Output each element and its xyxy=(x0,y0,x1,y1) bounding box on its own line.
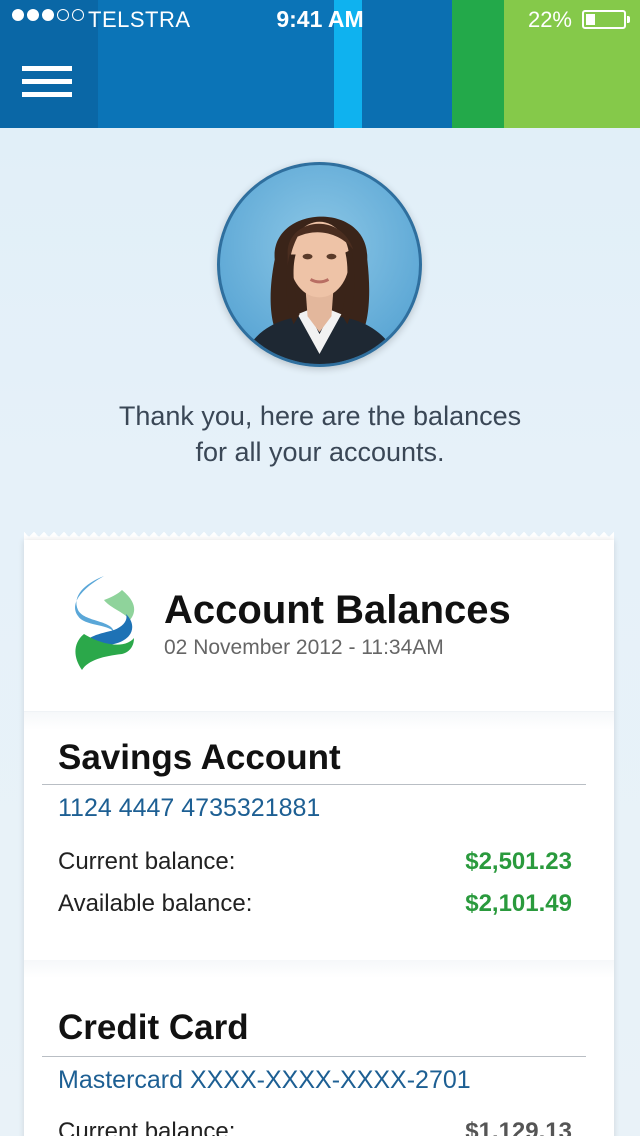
balance-label: Current balance: xyxy=(58,848,236,875)
balance-value: $1,129.13 xyxy=(465,1118,572,1136)
section-divider xyxy=(24,960,614,978)
account-divider xyxy=(42,1056,586,1057)
account-name: Savings Account xyxy=(58,738,341,777)
balance-label: Available balance: xyxy=(58,890,253,917)
account-section-savings[interactable]: Savings Account 1124 4447 4735321881 Cur… xyxy=(24,730,614,970)
hamburger-menu-icon[interactable] xyxy=(22,66,72,102)
bank-logo-icon xyxy=(75,576,135,670)
card-header: Account Balances 02 November 2012 - 11:3… xyxy=(24,540,614,712)
account-balances-card: Account Balances 02 November 2012 - 11:3… xyxy=(24,540,614,1136)
battery-percent: 22% xyxy=(527,7,572,32)
app-header: TELSTRA 9:41 AM 22% xyxy=(0,0,640,128)
account-name: Credit Card xyxy=(58,1008,249,1047)
card-timestamp: 02 November 2012 - 11:34AM xyxy=(164,636,444,659)
balance-value: $2,101.49 xyxy=(465,890,572,917)
account-section-credit-card[interactable]: Credit Card Mastercard XXXX-XXXX-XXXX-27… xyxy=(24,978,614,1136)
assistant-message-line: Thank you, here are the balances xyxy=(118,401,522,431)
account-number: 1124 4447 4735321881 xyxy=(58,794,321,822)
section-divider xyxy=(24,712,614,730)
account-divider xyxy=(42,784,586,785)
card-title: Account Balances xyxy=(164,588,511,632)
status-bar: TELSTRA 9:41 AM 22% xyxy=(0,0,640,40)
assistant-avatar xyxy=(217,162,422,367)
assistant-message: Thank you, here are the balances for all… xyxy=(0,398,640,470)
balance-value: $2,501.23 xyxy=(465,848,572,875)
battery-icon xyxy=(582,10,630,29)
account-number: Mastercard XXXX-XXXX-XXXX-2701 xyxy=(58,1066,471,1094)
assistant-message-line: for all your accounts. xyxy=(195,437,445,467)
assistant-portrait-icon xyxy=(241,216,400,364)
balance-label: Current balance: xyxy=(58,1118,236,1136)
